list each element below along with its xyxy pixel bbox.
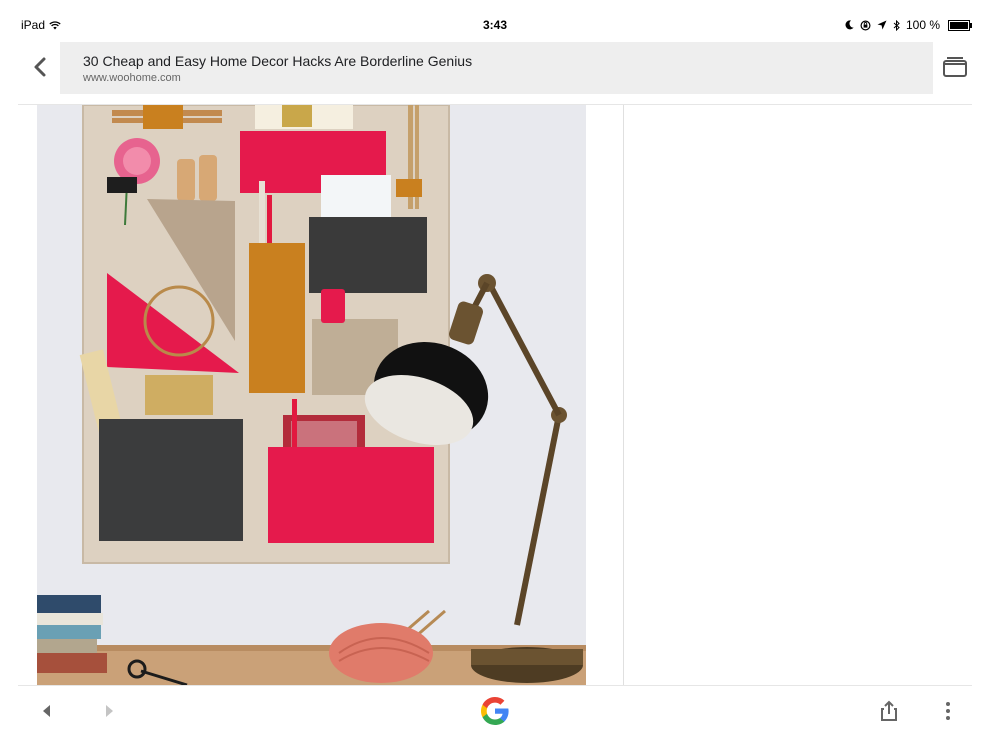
content-divider xyxy=(623,105,624,685)
content-image[interactable] xyxy=(37,105,586,685)
battery-icon xyxy=(948,19,972,31)
image-illustration xyxy=(37,105,586,685)
status-bar: iPad 3:43 100 % xyxy=(18,14,972,36)
nav-forward-icon[interactable] xyxy=(102,704,116,718)
google-logo[interactable] xyxy=(478,694,512,728)
top-bar: 30 Cheap and Easy Home Decor Hacks Are B… xyxy=(18,36,972,105)
page-title: 30 Cheap and Easy Home Decor Hacks Are B… xyxy=(83,53,473,69)
tabs-icon[interactable] xyxy=(942,54,968,80)
more-vert-icon[interactable] xyxy=(942,700,954,722)
content-area xyxy=(18,105,972,685)
status-time: 3:43 xyxy=(482,18,508,32)
battery-percent: 100 % xyxy=(905,18,940,32)
url-box[interactable]: 30 Cheap and Easy Home Decor Hacks Are B… xyxy=(60,42,933,94)
bottom-bar xyxy=(18,685,972,736)
nav-back-icon[interactable] xyxy=(40,704,54,718)
rotation-lock-icon xyxy=(860,19,871,31)
back-chevron-icon[interactable] xyxy=(29,55,53,79)
page-domain: www.woohome.com xyxy=(83,72,181,84)
moon-icon xyxy=(845,20,854,30)
bluetooth-icon xyxy=(893,19,900,31)
status-right: 100 % xyxy=(845,18,972,32)
share-icon[interactable] xyxy=(878,700,900,722)
location-icon xyxy=(877,20,887,30)
